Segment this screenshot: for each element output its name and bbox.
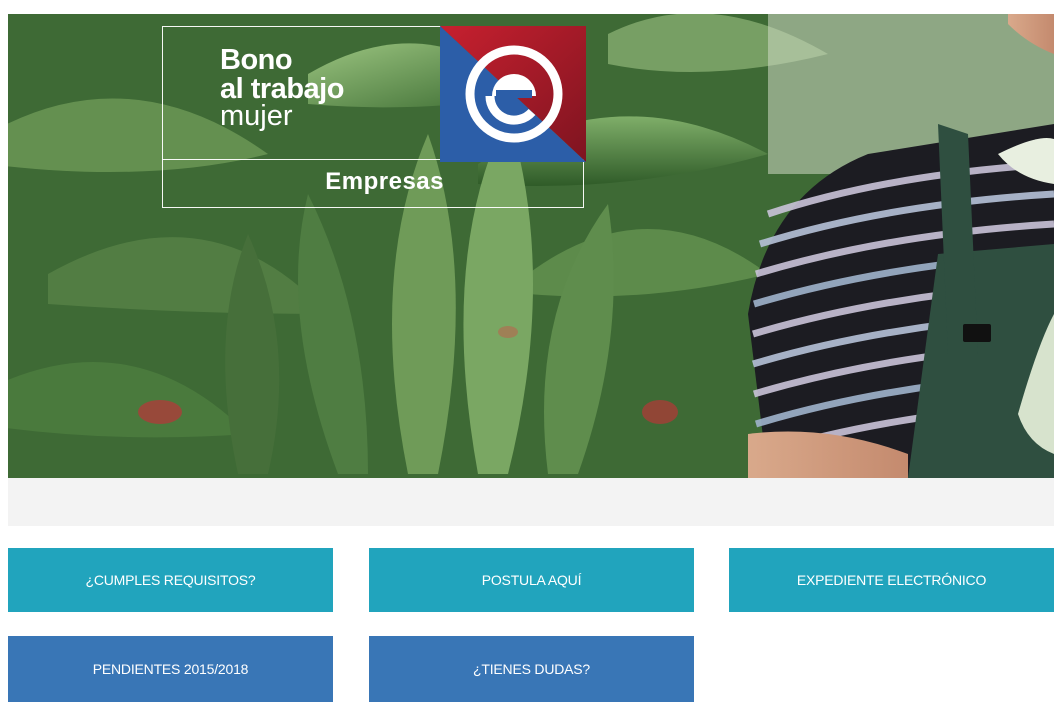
cumples-requisitos-button[interactable]: ¿CUMPLES REQUISITOS? [8, 548, 333, 612]
logo-line-1: Bono [220, 44, 293, 76]
logo-line-3: mujer [220, 100, 293, 132]
logo-title: Bono al trabajo mujer [220, 46, 344, 131]
hero-banner: Bono al trabajo mujer Empresas [8, 14, 1054, 478]
e-sence-logo-icon [440, 26, 586, 162]
expediente-electronico-button[interactable]: EXPEDIENTE ELECTRÓNICO [729, 548, 1054, 612]
top-strip [0, 0, 1054, 14]
pendientes-button[interactable]: PENDIENTES 2015/2018 [8, 636, 333, 702]
tienes-dudas-button[interactable]: ¿TIENES DUDAS? [369, 636, 694, 702]
logo-subtitle: Empresas [325, 168, 444, 195]
postula-aqui-button[interactable]: POSTULA AQUÍ [369, 548, 694, 612]
program-logo: Bono al trabajo mujer Empresas [162, 26, 586, 208]
section-divider [8, 478, 1054, 526]
